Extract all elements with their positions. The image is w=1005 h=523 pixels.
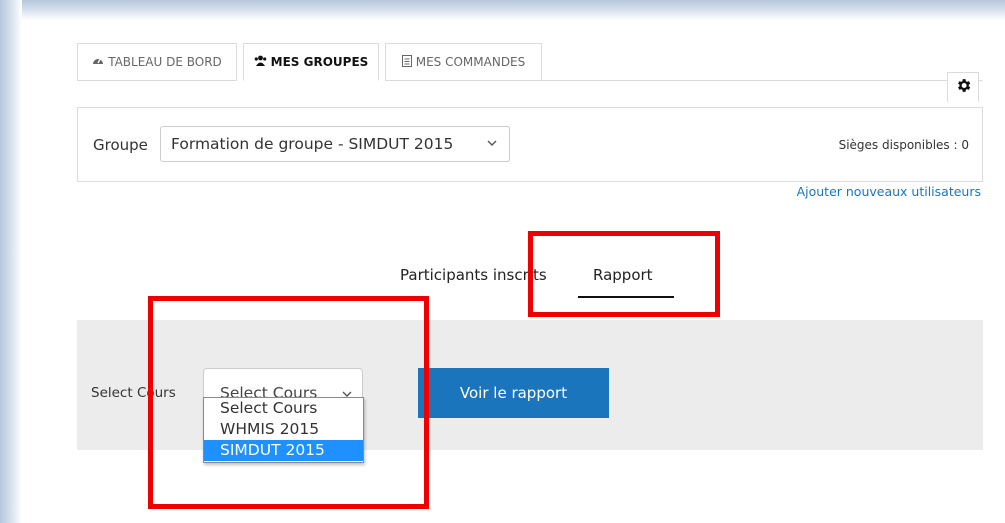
tab-mes-commandes[interactable]: MES COMMANDES — [385, 43, 542, 81]
page: TABLEAU DE BORD MES GROUPES MES COMMANDE… — [22, 20, 1005, 523]
document-icon — [401, 54, 412, 70]
settings-button[interactable] — [947, 72, 979, 102]
screenshot-frame-top — [0, 0, 1005, 20]
highlight-box-select-cours — [148, 296, 429, 509]
tab-divider — [538, 80, 983, 81]
tab-tableau-de-bord[interactable]: TABLEAU DE BORD — [77, 43, 237, 81]
groupe-select-value: Formation de groupe - SIMDUT 2015 — [171, 135, 454, 153]
tab-label: MES GROUPES — [270, 55, 369, 69]
tab-label: TABLEAU DE BORD — [108, 55, 222, 69]
groupe-select[interactable]: Formation de groupe - SIMDUT 2015 — [160, 126, 510, 162]
tab-mes-groupes[interactable]: MES GROUPES — [243, 43, 379, 81]
chevron-down-icon — [487, 136, 497, 150]
groupe-label: Groupe — [93, 136, 148, 154]
gear-icon — [955, 77, 972, 99]
ajouter-utilisateurs-link[interactable]: Ajouter nouveaux utilisateurs — [797, 184, 981, 199]
tab-participants-inscrits[interactable]: Participants inscrits — [400, 266, 547, 284]
screenshot-frame-left — [0, 0, 22, 523]
groupe-panel: Groupe Formation de groupe - SIMDUT 2015… — [77, 107, 983, 182]
highlight-box-rapport — [528, 231, 720, 317]
dashboard-icon — [92, 55, 104, 69]
voir-rapport-button[interactable]: Voir le rapport — [418, 368, 609, 418]
sieges-disponibles: Sièges disponibles : 0 — [838, 138, 969, 152]
tab-label: MES COMMANDES — [415, 55, 526, 69]
users-icon — [254, 55, 267, 69]
